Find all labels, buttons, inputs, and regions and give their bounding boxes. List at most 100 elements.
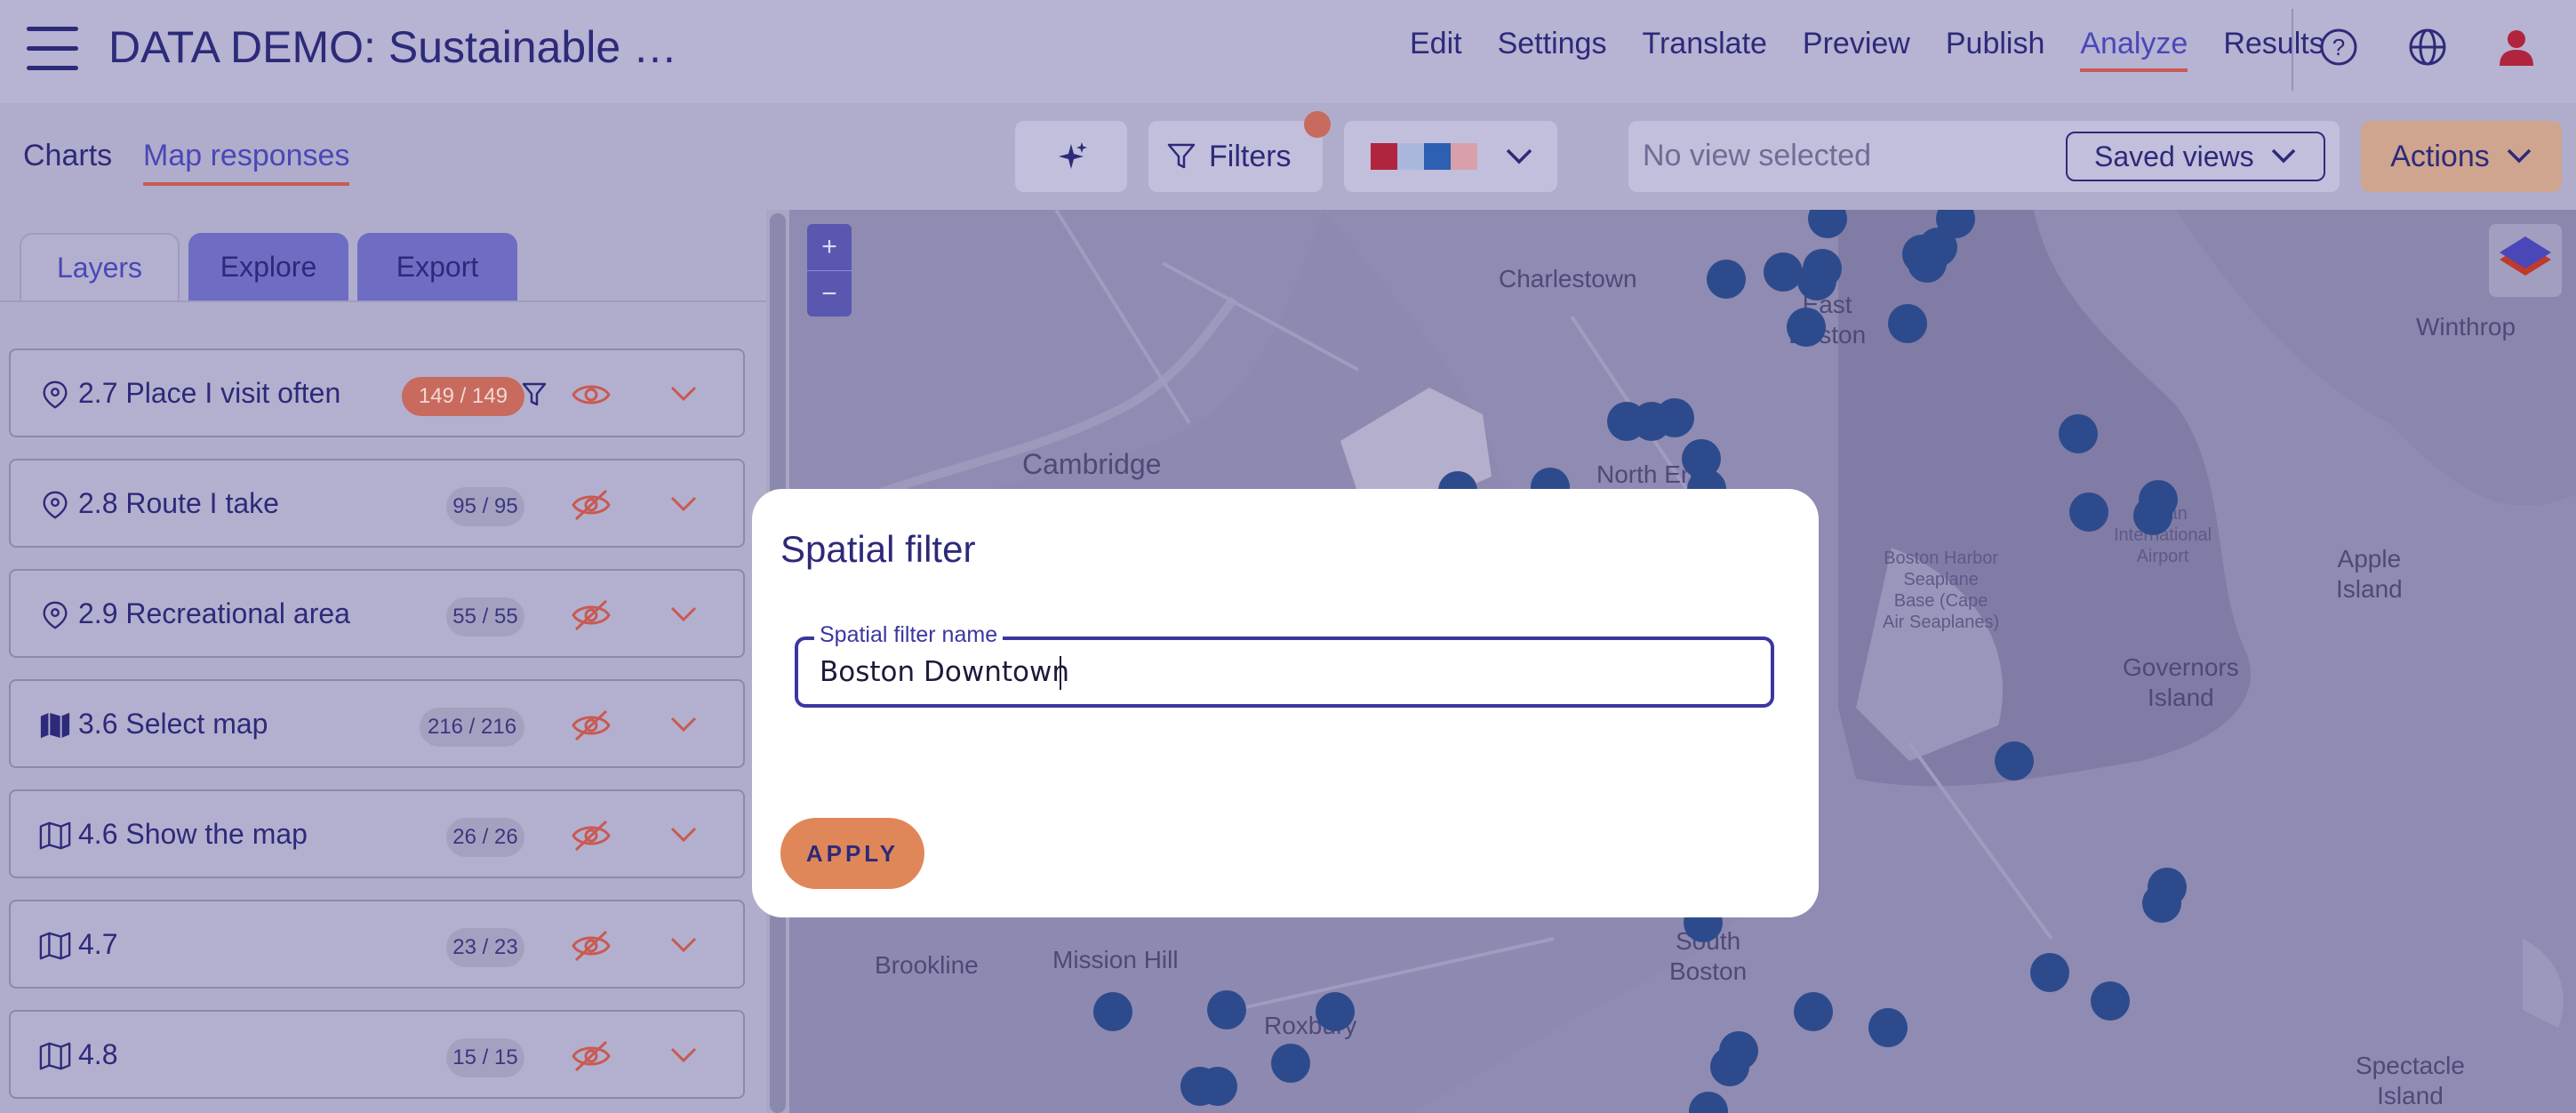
layer-row[interactable]: 2.7 Place I visit often 149 / 149 [9,348,745,437]
pin-icon [43,491,68,519]
map-icon [39,1042,71,1070]
nav-analyze[interactable]: Analyze [2080,27,2188,72]
map-point[interactable] [2142,884,2181,923]
eye-off-icon[interactable] [571,818,612,853]
actions-label: Actions [2390,139,2490,173]
tab-divider [0,300,766,302]
eye-off-icon[interactable] [571,597,612,633]
help-icon[interactable]: ? [2318,27,2359,68]
layer-row[interactable]: 4.8 15 / 15 [9,1010,745,1099]
nav-results[interactable]: Results [2223,27,2324,61]
eye-icon[interactable] [571,377,612,412]
pin-icon [43,601,68,629]
filters-button[interactable]: Filters [1148,121,1323,192]
zoom-out-button[interactable]: − [807,271,852,317]
map-point[interactable] [1271,1044,1310,1083]
map-label-seaplane-base: Boston Harbor Seaplane Base (Cape Air Se… [1883,548,2000,632]
eye-off-icon[interactable] [571,708,612,743]
spatial-filter-name-label: Spatial filter name [814,622,1004,648]
map-point[interactable] [2133,496,2172,535]
layer-name: 4.7 [78,928,118,960]
map-point[interactable] [1995,741,2034,781]
actions-button[interactable]: Actions [2361,121,2562,192]
map-point[interactable] [1868,1008,1908,1047]
tab-map-responses[interactable]: Map responses [143,139,350,186]
layer-name: 2.9 Recreational area [78,597,350,629]
layer-count-badge: 95 / 95 [446,487,524,526]
view-selector-placeholder[interactable]: No view selected [1643,139,1871,173]
saved-views-button[interactable]: Saved views [2066,132,2325,181]
map-point[interactable] [1207,990,1246,1029]
map-point[interactable] [1093,992,1132,1031]
map-point[interactable] [1908,244,1947,283]
user-icon[interactable] [2496,27,2537,68]
palette-swatch [1371,143,1397,170]
divider [2292,9,2293,91]
layer-row[interactable]: 2.8 Route I take 95 / 95 [9,459,745,548]
pin-icon [43,380,68,409]
layer-name: 3.6 Select map [78,708,268,740]
chevron-down-icon[interactable] [668,715,699,734]
zoom-in-button[interactable]: + [807,224,852,270]
nav-edit[interactable]: Edit [1410,27,1462,61]
map-filled-icon [40,712,70,739]
layer-row[interactable]: 2.9 Recreational area 55 / 55 [9,569,745,658]
text-caret [1060,656,1061,690]
nav-publish[interactable]: Publish [1946,27,2045,61]
map-point[interactable] [2069,492,2108,532]
map-point[interactable] [1316,992,1355,1031]
chevron-down-icon[interactable] [668,605,699,624]
tab-export[interactable]: Export [357,233,517,300]
chevron-down-icon[interactable] [668,935,699,955]
palette-swatch [1397,143,1424,170]
layer-row[interactable]: 4.7 23 / 23 [9,900,745,989]
map-point[interactable] [2030,953,2069,992]
eye-off-icon[interactable] [571,928,612,964]
map-point[interactable] [2091,981,2130,1021]
chevron-down-icon[interactable] [668,494,699,514]
nav-translate[interactable]: Translate [1642,27,1766,61]
apply-button[interactable]: APPLY [780,818,924,889]
map-point[interactable] [1888,304,1927,343]
tab-explore[interactable]: Explore [188,233,348,300]
map-label-spectacle-island: Spectacle Island [2356,1052,2465,1109]
layer-name: 4.8 [78,1038,118,1070]
nav-settings[interactable]: Settings [1498,27,1607,61]
layer-count-badge: 26 / 26 [446,818,524,857]
layer-count-badge: 216 / 216 [420,708,524,747]
map-point[interactable] [1794,992,1833,1031]
map-label-charlestown: Charlestown [1499,265,1637,292]
map-point[interactable] [1764,252,1803,292]
map-point[interactable] [1655,398,1694,437]
globe-icon[interactable] [2407,27,2448,68]
layer-row[interactable]: 3.6 Select map 216 / 216 [9,679,745,768]
map-point[interactable] [1198,1067,1237,1106]
main-nav: Edit Settings Translate Preview Publish … [1410,27,2324,72]
menu-icon[interactable] [27,27,80,71]
layer-row[interactable]: 4.6 Show the map 26 / 26 [9,789,745,878]
layer-name: 4.6 Show the map [78,818,308,850]
eye-off-icon[interactable] [571,1038,612,1074]
chevron-down-icon[interactable] [668,1045,699,1065]
color-palette-select[interactable] [1344,121,1557,192]
map-label-governors-island: Governors Island [2123,653,2239,711]
chevron-down-icon [1506,148,1532,164]
nav-preview[interactable]: Preview [1803,27,1910,61]
basemap-switcher[interactable] [2489,224,2562,297]
layer-name: 2.7 Place I visit often [78,377,341,409]
map-point[interactable] [1707,260,1746,299]
map-point[interactable] [2059,414,2098,453]
chevron-down-icon[interactable] [668,825,699,845]
eye-off-icon[interactable] [571,487,612,523]
map-point[interactable] [1797,261,1836,300]
map-point[interactable] [1787,308,1826,347]
map-point[interactable] [1710,1047,1749,1086]
tab-charts[interactable]: Charts [23,139,112,173]
tab-layers[interactable]: Layers [20,233,180,300]
filter-icon [522,382,547,406]
spatial-filter-name-input[interactable] [820,651,1744,693]
map-label-brookline: Brookline [875,951,979,979]
sparkle-icon [1059,142,1087,169]
ai-button[interactable] [1015,121,1127,192]
chevron-down-icon[interactable] [668,384,699,404]
